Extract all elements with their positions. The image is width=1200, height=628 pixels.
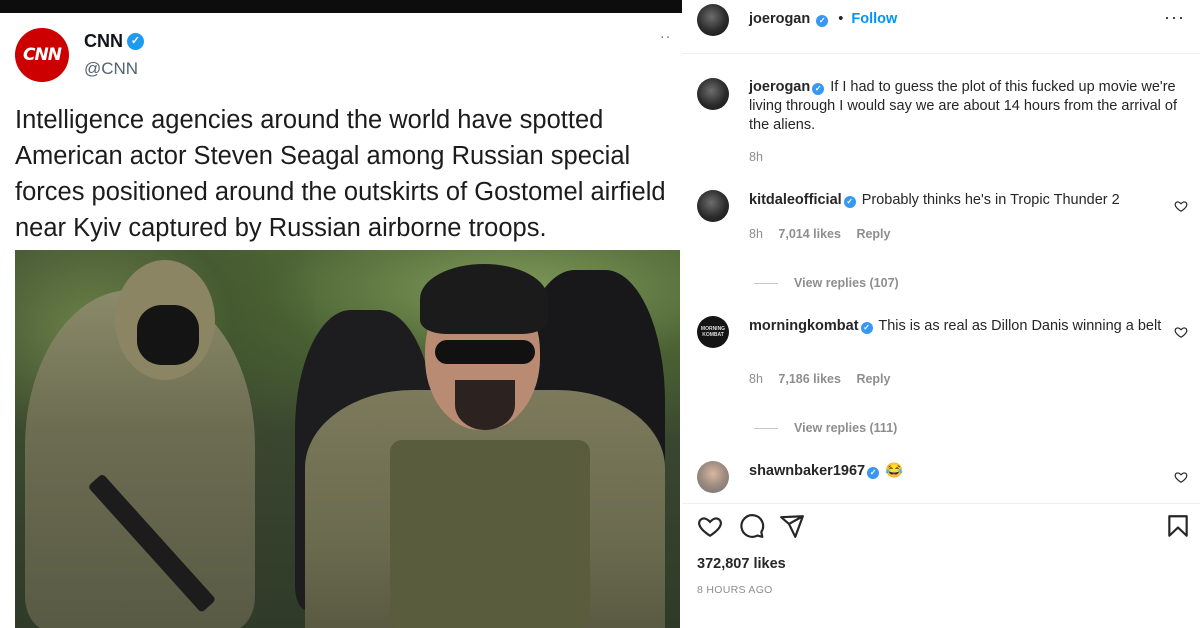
verified-badge-icon: ✓: [860, 322, 873, 334]
comment-time[interactable]: 8h: [749, 227, 763, 241]
comment-morningkombat: morningkombat ✓ This is as real as Dillon…: [749, 317, 1164, 336]
actions-divider: [682, 503, 1200, 504]
comment-username[interactable]: shawnbaker1967: [749, 463, 865, 479]
header-divider: [682, 53, 1200, 54]
view-replies-button[interactable]: View replies (107): [754, 276, 899, 290]
tweet-handle[interactable]: @CNN: [84, 59, 138, 79]
post-header: joerogan ✓ • Follow ···: [682, 0, 1200, 40]
reply-button[interactable]: Reply: [856, 372, 890, 386]
comment-shawnbaker1967: shawnbaker1967 ✓ 😂: [749, 462, 1164, 481]
verified-badge-icon: ✓: [843, 196, 856, 208]
goatee: [455, 380, 515, 430]
comment-icon[interactable]: [739, 513, 765, 539]
comment-likes[interactable]: 7,014 likes: [778, 227, 841, 241]
like-comment-heart-icon[interactable]: [1174, 199, 1188, 213]
tweet-author-name[interactable]: CNN ✓: [84, 31, 144, 52]
verified-badge-icon: ✓: [816, 15, 829, 27]
comment-username[interactable]: morningkombat: [749, 318, 859, 334]
heart-icon[interactable]: [697, 513, 723, 539]
caption: joerogan ✓ If I had to guess the plot of …: [749, 78, 1189, 135]
comment-meta: 8h 7,014 likes Reply: [749, 227, 902, 241]
separator-dot: •: [838, 11, 844, 27]
top-bar: [0, 0, 682, 13]
black-cap: [420, 264, 548, 334]
author-avatar[interactable]: [697, 4, 729, 36]
tweet-card: CNN CNN ✓ @CNN ·· Intelligence agencies …: [0, 0, 682, 628]
follow-button[interactable]: Follow: [851, 11, 897, 27]
comment-time[interactable]: 8h: [749, 372, 763, 386]
view-replies-label: View replies (107): [794, 276, 899, 290]
verified-badge-icon: ✓: [127, 33, 144, 50]
reply-button[interactable]: Reply: [856, 227, 890, 241]
comment-avatar-morningkombat[interactable]: MORNING KOMBAT: [697, 316, 729, 348]
comment-avatar-kitdaleofficial[interactable]: [697, 190, 729, 222]
author-username[interactable]: joerogan: [749, 11, 810, 27]
tweet-photo[interactable]: [15, 250, 680, 628]
like-comment-heart-icon[interactable]: [1174, 325, 1188, 339]
like-comment-heart-icon[interactable]: [1174, 470, 1188, 484]
logo-text: CNN: [23, 45, 62, 65]
tweet-text: Intelligence agencies around the world h…: [15, 106, 666, 242]
view-replies-label: View replies (111): [794, 421, 898, 435]
more-options-icon[interactable]: ···: [1164, 7, 1185, 28]
balaclava: [137, 305, 199, 365]
tactical-vest: [390, 440, 590, 628]
comment-text: 😂: [885, 463, 904, 479]
comment-text: This is as real as Dillon Danis winning …: [878, 318, 1162, 334]
bookmark-icon[interactable]: [1165, 513, 1191, 539]
view-replies-button[interactable]: View replies (111): [754, 421, 897, 435]
sunglasses: [435, 340, 535, 364]
comment-text: Probably thinks he's in Tropic Thunder 2: [861, 192, 1120, 208]
caption-time[interactable]: 8h: [749, 150, 763, 164]
more-icon[interactable]: ··: [660, 28, 671, 44]
comment-username[interactable]: kitdaleofficial: [749, 192, 842, 208]
cnn-logo: CNN: [15, 28, 69, 82]
post-time-ago[interactable]: 8 HOURS AGO: [697, 584, 773, 596]
caption-meta: 8h: [749, 150, 775, 164]
comment-kitdaleofficial: kitdaleofficial ✓ Probably thinks he's in…: [749, 191, 1164, 210]
author-name-text: CNN: [84, 31, 123, 51]
replies-line: [754, 427, 778, 429]
comment-likes[interactable]: 7,186 likes: [778, 372, 841, 386]
share-icon[interactable]: [779, 513, 805, 539]
verified-badge-icon: ✓: [867, 467, 880, 479]
caption-avatar[interactable]: [697, 78, 729, 110]
post-author: joerogan ✓ • Follow: [749, 11, 897, 27]
comment-avatar-shawnbaker1967[interactable]: [697, 461, 729, 493]
comment-meta: 8h 7,186 likes Reply: [749, 372, 902, 386]
avatar-logo-text: MORNING KOMBAT: [700, 326, 726, 338]
instagram-post-panel: joerogan ✓ • Follow ··· joerogan ✓ If I h…: [682, 0, 1200, 628]
caption-username[interactable]: joerogan: [749, 79, 810, 95]
verified-badge-icon: ✓: [812, 83, 825, 95]
post-likes-count[interactable]: 372,807 likes: [697, 556, 786, 572]
replies-line: [754, 282, 778, 284]
